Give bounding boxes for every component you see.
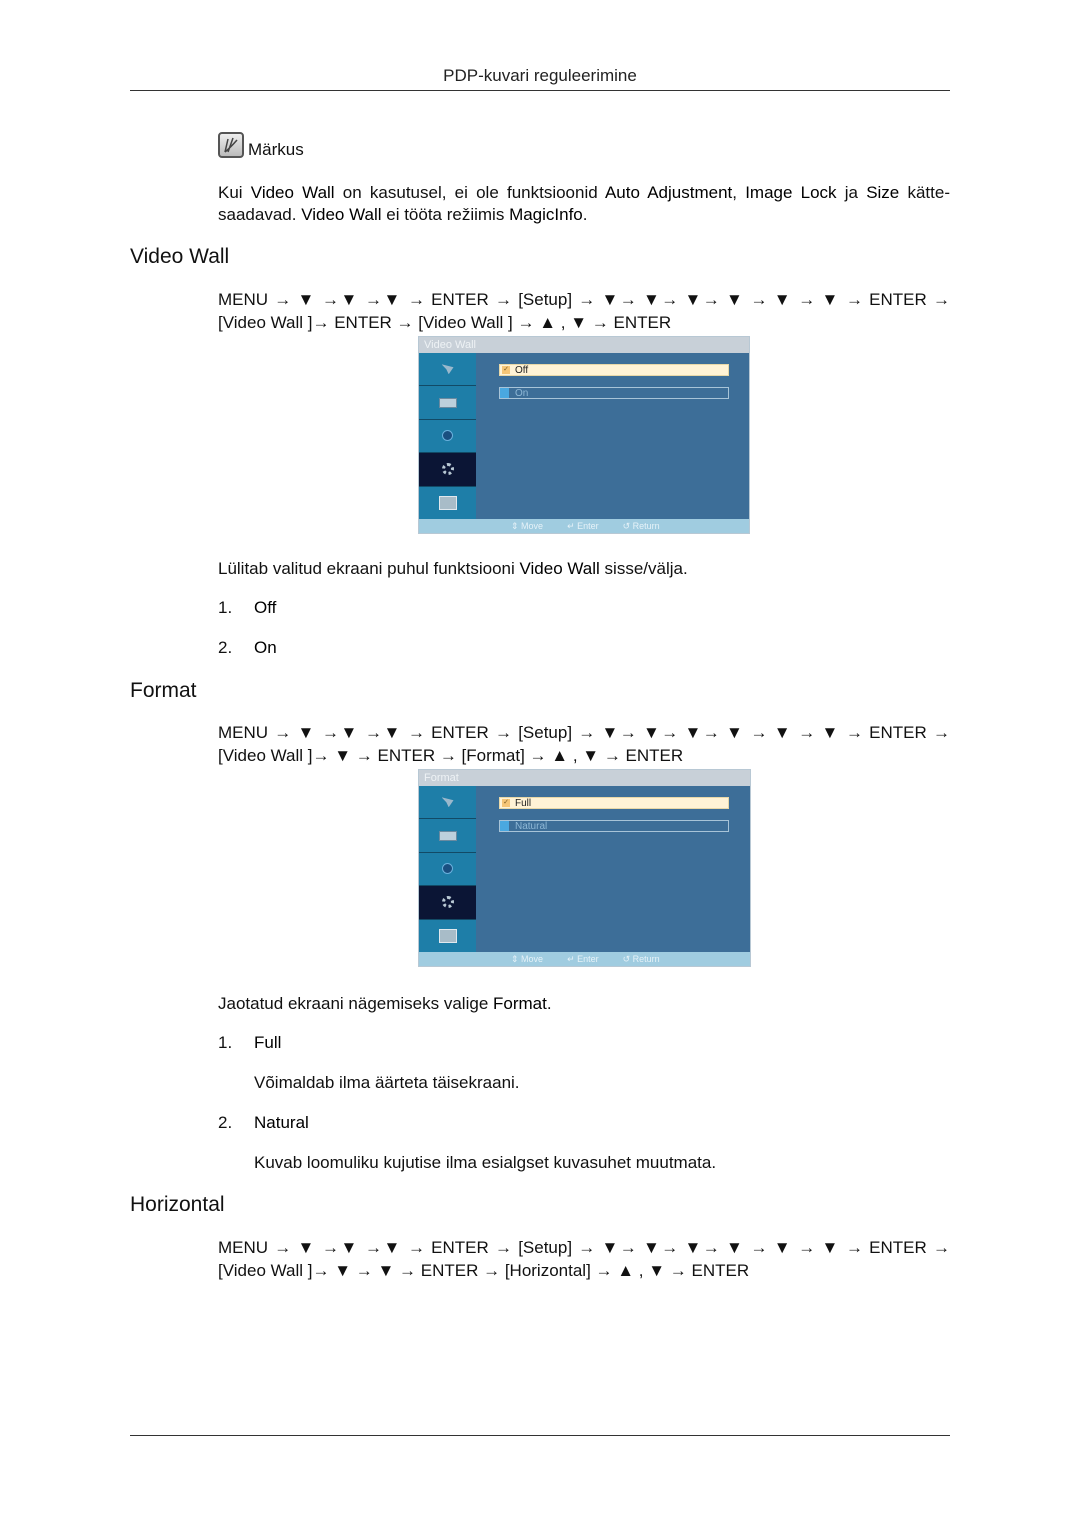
osd-sidebar <box>419 786 476 953</box>
ui-term: Image Lock <box>745 183 837 202</box>
sound-icon <box>419 852 476 887</box>
description-video-wall: Lülitab valitud ekraani puhul funktsioon… <box>218 558 688 580</box>
text-run: sisse/välja. <box>599 559 688 578</box>
list-label: Natural <box>254 1113 309 1132</box>
move-arrows-icon: ⇕ Move <box>511 954 544 964</box>
footer-rule <box>130 1435 950 1436</box>
osd-screenshot-video-wall: Video Wall ✓ Off On ⇕ Move ↵ Enter ↺ Retu… <box>418 336 750 534</box>
section-title-video-wall: Video Wall <box>130 245 230 268</box>
text-run: ja <box>836 183 867 202</box>
list-number: 2. <box>218 1113 233 1132</box>
text-run: Lülitab valitud ekraani puhul funktsioon… <box>218 559 520 578</box>
running-head: PDP-kuvari reguleerimine <box>443 66 637 85</box>
picture-icon <box>419 819 476 853</box>
antenna-icon <box>419 786 476 820</box>
osd-option: ✓ Full <box>499 797 729 809</box>
text-run: . <box>582 205 588 224</box>
input-icon <box>419 486 476 520</box>
note-title: Märkus <box>248 140 304 159</box>
check-icon: ✓ <box>502 366 510 374</box>
ui-term: Video Wall <box>519 559 600 578</box>
note-heading: Märkus <box>218 132 304 158</box>
option-marker-icon <box>500 388 509 398</box>
list-label: Off <box>254 598 277 617</box>
check-icon: ✓ <box>502 799 510 807</box>
enter-icon: ↵ Enter <box>567 521 599 531</box>
ui-term: Video Wall <box>250 183 335 202</box>
section-title-horizontal: Horizontal <box>130 1193 225 1216</box>
osd-screenshot-format: Format ✓ Full Natural ⇕ Move ↵ Enter ↺ Re… <box>418 769 751 967</box>
text-run: , <box>732 183 746 202</box>
osd-option: Natural <box>499 820 729 832</box>
ui-term: Size <box>866 183 900 202</box>
menu-path-format: MENU → ▼ →▼ →▼ → ENTER → [Setup] → ▼→ ▼→… <box>218 723 950 765</box>
ui-term: MagicInfo <box>509 205 583 224</box>
osd-title: Video Wall <box>419 337 749 353</box>
ui-term: Video Wall <box>301 205 382 224</box>
osd-option: On <box>499 387 729 399</box>
list-label: Full <box>254 1033 282 1052</box>
option-marker-icon <box>500 821 509 831</box>
list-description: Kuvab loomuliku kujutise ilma esialgset … <box>254 1153 717 1172</box>
note-pencil-icon <box>218 132 244 158</box>
antenna-icon <box>419 353 476 387</box>
menu-path-video-wall: MENU → ▼ →▼ →▼ → ENTER → [Setup] → ▼→ ▼→… <box>218 290 950 332</box>
osd-sidebar <box>419 353 476 520</box>
return-icon: ↺ Return <box>622 521 660 531</box>
osd-footer: ⇕ Move ↵ Enter ↺ Return <box>419 519 749 533</box>
picture-icon <box>419 386 476 420</box>
osd-title: Format <box>419 770 750 786</box>
menu-path-horizontal: MENU → ▼ →▼ →▼ → ENTER → [Setup] → ▼→ ▼→… <box>218 1238 950 1280</box>
setup-gear-icon <box>419 886 476 920</box>
header-rule <box>130 90 950 91</box>
list-description: Võimaldab ilma äärteta täisekraani. <box>254 1073 520 1092</box>
list-number: 1. <box>218 598 233 617</box>
section-title-format: Format <box>130 679 197 702</box>
text-run: on kasutusel, ei ole funktsioonid <box>334 183 605 202</box>
enter-icon: ↵ Enter <box>567 954 599 964</box>
description-format: Jaotatud ekraani nägemiseks valige Forma… <box>218 993 552 1015</box>
text-run: ei tööta režiimis <box>381 205 510 224</box>
osd-option: ✓ Off <box>499 364 729 376</box>
ui-term: Format <box>493 994 547 1013</box>
setup-gear-icon <box>419 453 476 487</box>
sound-icon <box>419 419 476 454</box>
move-arrows-icon: ⇕ Move <box>511 521 544 531</box>
text-run: . <box>546 994 552 1013</box>
list-label: On <box>254 638 277 657</box>
text-run: Kui <box>218 183 251 202</box>
note-body: Kui Video Wall on kasutusel, ei ole funk… <box>218 182 950 226</box>
osd-footer: ⇕ Move ↵ Enter ↺ Return <box>419 952 750 966</box>
return-icon: ↺ Return <box>622 954 660 964</box>
list-number: 2. <box>218 638 233 657</box>
text-run: Jaotatud ekraani nägemiseks valige <box>218 994 493 1013</box>
ui-term: Auto Adjustment <box>604 183 733 202</box>
input-icon <box>419 919 476 953</box>
list-number: 1. <box>218 1033 233 1052</box>
